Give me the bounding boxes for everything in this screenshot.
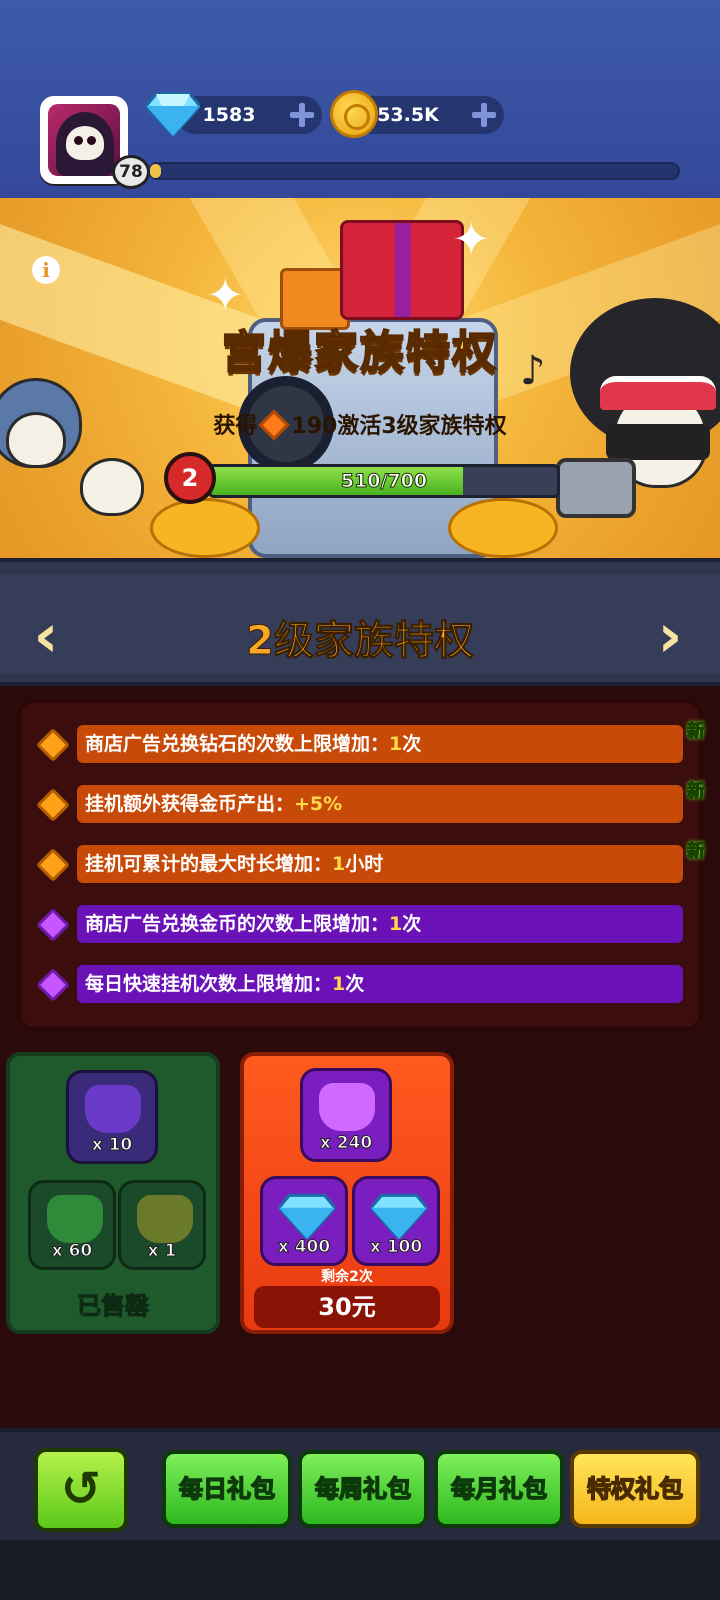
perk-value: 1: [332, 853, 346, 875]
sold-out-label: 已售罄: [77, 1292, 150, 1321]
tab-weekly-pack[interactable]: 每周礼包: [298, 1450, 428, 1528]
small-skeleton-character: [80, 458, 144, 516]
tab-monthly-pack[interactable]: 每月礼包: [434, 1450, 564, 1528]
item-count: x 1: [147, 1241, 177, 1262]
coin-pile: [448, 498, 558, 558]
red-headband: [600, 376, 716, 410]
sparkle-icon: ✦: [206, 268, 245, 322]
item-count: x 400: [277, 1237, 331, 1258]
pack-item[interactable]: x 240: [300, 1068, 392, 1162]
gold-coin-icon: [330, 90, 378, 138]
orange-gem-icon: [36, 728, 70, 762]
diamond-icon: [371, 1193, 427, 1239]
reaper-portrait: [48, 104, 120, 176]
skull-face: [66, 126, 104, 160]
coin-pile: [150, 498, 260, 558]
new-badge: 新: [687, 781, 706, 803]
perk-label: 每日快速挂机次数上限增加：1次: [85, 965, 364, 1003]
gift-box: [340, 220, 464, 320]
family-gem-icon: [258, 409, 290, 441]
bottom-nav: ↺ 每日礼包 每周礼包 每月礼包 特权礼包: [0, 1428, 720, 1540]
item-count: x 100: [369, 1237, 423, 1258]
perk-label: 挂机可累计的最大时长增加：1小时: [85, 845, 383, 883]
perk-unit: 次: [402, 733, 422, 755]
item-count: x 60: [51, 1241, 93, 1262]
xp-bar: [148, 162, 680, 180]
add-coins-plus-icon[interactable]: [472, 103, 496, 127]
purple-gem-icon: [36, 908, 70, 942]
perk-row: 商店广告兑换钻石的次数上限增加：1次: [77, 725, 683, 763]
sold-out-pack: x 10 x 60 x 1 已售罄: [6, 1052, 220, 1334]
level-selector-inner: ‹ 2级家族特权 ›: [0, 574, 720, 674]
boombox: [556, 458, 636, 518]
pack-item[interactable]: x 400: [260, 1176, 348, 1266]
next-level-arrow-icon[interactable]: ›: [646, 606, 694, 666]
tab-daily-pack[interactable]: 每日礼包: [162, 1450, 292, 1528]
perk-text: 商店广告兑换钻石的次数上限增加：: [85, 733, 390, 755]
sparkle-icon: ✦: [452, 212, 491, 266]
pack-item[interactable]: x 60: [28, 1180, 116, 1270]
back-button[interactable]: ↺: [34, 1448, 128, 1532]
pack-item[interactable]: x 1: [118, 1180, 206, 1270]
info-icon[interactable]: i: [32, 256, 60, 284]
level-selector: ‹ 2级家族特权 ›: [0, 558, 720, 686]
diamond-icon: [279, 1193, 335, 1239]
subtitle-suffix: 190激活3级家族特权: [291, 414, 507, 439]
item-count: x 10: [91, 1135, 133, 1156]
perk-row: 商店广告兑换金币的次数上限增加：1次: [77, 905, 683, 943]
perk-text: 挂机额外获得金币产出：: [85, 793, 295, 815]
gift-ribbon: [395, 223, 411, 317]
privilege-pack[interactable]: x 240 x 400 x 100 剩余2次 30元: [240, 1052, 454, 1334]
perk-list: 商店广告兑换钻石的次数上限增加：1次 新 挂机额外获得金币产出：+5% 新 挂机…: [18, 700, 706, 1030]
purple-gem-icon: [36, 968, 70, 1002]
family-privilege-banner: i ✦ ✦ ♪ 宫爆家族特权 获得 190激活3级家族特权 510/700 2: [0, 198, 720, 558]
item-count: x 240: [319, 1133, 373, 1154]
pack-item[interactable]: x 100: [352, 1176, 440, 1266]
perk-value: 1: [389, 733, 403, 755]
orange-gem-icon: [36, 788, 70, 822]
perk-unit: 小时: [345, 853, 384, 875]
green-shirt-token-icon: [47, 1195, 103, 1243]
perk-row: 挂机额外获得金币产出：+5%: [77, 785, 683, 823]
perk-value: 1: [332, 973, 346, 995]
pack-item[interactable]: x 10: [66, 1070, 158, 1164]
level-title: 2级家族特权: [246, 618, 475, 665]
system-nav-strip: [0, 1540, 720, 1600]
current-privilege-level: 2: [164, 452, 216, 504]
perk-label: 商店广告兑换钻石的次数上限增加：1次: [85, 725, 421, 763]
perk-value: +5%: [294, 793, 343, 815]
perk-label: 挂机额外获得金币产出：+5%: [85, 785, 342, 823]
top-bar: 78 1583 53.5K: [0, 0, 720, 198]
banner-title: 宫爆家族特权: [221, 326, 498, 379]
perk-row: 挂机可累计的最大时长增加：1小时: [77, 845, 683, 883]
privilege-progress-bar: 510/700: [208, 464, 560, 498]
progress-text: 510/700: [340, 470, 428, 493]
purple-shirt-token-icon: [85, 1085, 141, 1133]
perk-value: 1: [389, 913, 403, 935]
perk-unit: 次: [345, 973, 365, 995]
purple-shirt-token-icon: [319, 1083, 375, 1131]
perk-text: 挂机可累计的最大时长增加：: [85, 853, 333, 875]
banner-subtitle: 获得 190激活3级家族特权: [0, 408, 720, 441]
diamond-icon: [146, 92, 200, 136]
orange-gem-icon: [36, 848, 70, 882]
perk-unit: 次: [402, 913, 422, 935]
return-arrow-icon: ↺: [60, 1461, 102, 1517]
perk-text: 每日快速挂机次数上限增加：: [85, 973, 333, 995]
new-badge: 新: [687, 841, 706, 863]
add-gems-plus-icon[interactable]: [290, 103, 314, 127]
subtitle-prefix: 获得: [213, 414, 258, 439]
perk-row: 每日快速挂机次数上限增加：1次: [77, 965, 683, 1003]
xp-bar-fill: [150, 164, 161, 178]
perk-text: 商店广告兑换金币的次数上限增加：: [85, 913, 390, 935]
fast-forward-coin-icon: [137, 1195, 193, 1243]
new-badge: 新: [687, 721, 706, 743]
perk-label: 商店广告兑换金币的次数上限增加：1次: [85, 905, 421, 943]
player-level-badge: 78: [112, 155, 150, 189]
tab-privilege-pack[interactable]: 特权礼包: [570, 1450, 700, 1528]
buy-price-button[interactable]: 30元: [254, 1286, 440, 1328]
remaining-purchases: 剩余2次: [321, 1269, 373, 1285]
